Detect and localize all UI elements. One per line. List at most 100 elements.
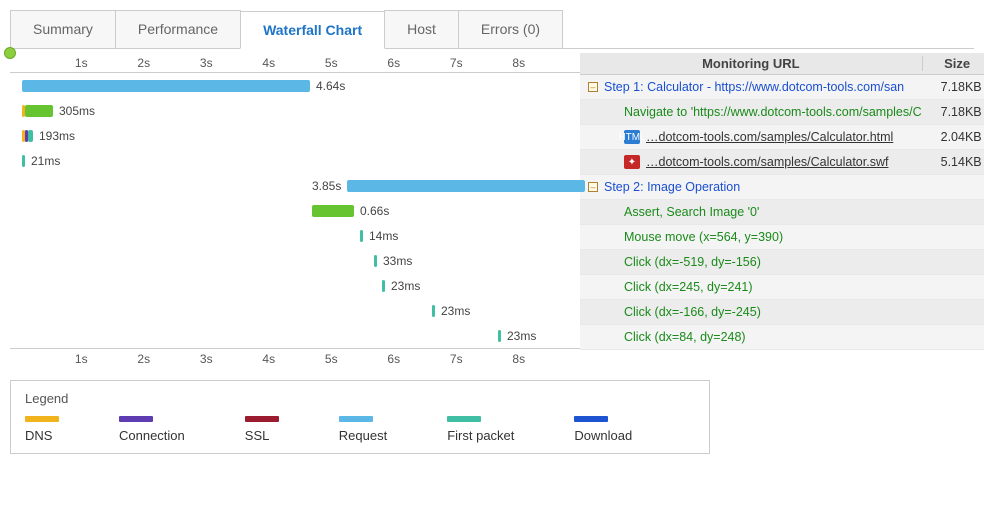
- waterfall-row: 4.64s: [10, 73, 580, 98]
- legend-label: First packet: [447, 428, 514, 443]
- axis-tick: 1s: [50, 352, 113, 366]
- waterfall-row: 21ms: [10, 148, 580, 173]
- table-header: Monitoring URL Size: [580, 53, 984, 75]
- legend-item-dl: Download: [574, 416, 632, 443]
- tab-summary[interactable]: Summary: [10, 10, 116, 48]
- legend-swatch: [119, 416, 153, 422]
- row-size: 5.14KB: [922, 155, 984, 169]
- row-text: Mouse move (x=564, y=390): [624, 230, 783, 244]
- axis-tick: 2s: [113, 352, 176, 366]
- legend-item-conn: Connection: [119, 416, 185, 443]
- axis-tick: 5s: [300, 56, 363, 70]
- legend-label: Connection: [119, 428, 185, 443]
- table-row[interactable]: Click (dx=84, dy=248): [580, 325, 984, 350]
- tabs: SummaryPerformanceWaterfall ChartHostErr…: [10, 10, 974, 49]
- bar-segment-fp: [382, 280, 385, 292]
- legend-item-req: Request: [339, 416, 387, 443]
- bar-label: 21ms: [31, 154, 60, 168]
- table-row[interactable]: Assert, Search Image '0': [580, 200, 984, 225]
- waterfall-row: 193ms: [10, 123, 580, 148]
- row-text: Assert, Search Image '0': [624, 205, 759, 219]
- tab-waterfall-chart[interactable]: Waterfall Chart: [240, 11, 385, 49]
- table-row[interactable]: HTML …dotcom-tools.com/samples/Calculator…: [580, 125, 984, 150]
- legend-label: DNS: [25, 428, 52, 443]
- axis-tick: 3s: [175, 56, 238, 70]
- waterfall-row: 3.85s: [10, 173, 580, 198]
- html-file-icon: HTML: [624, 130, 640, 144]
- row-text: Click (dx=84, dy=248): [624, 330, 746, 344]
- axis-tick: 7s: [425, 56, 488, 70]
- table-row[interactable]: Click (dx=-519, dy=-156): [580, 250, 984, 275]
- collapse-icon[interactable]: –: [588, 82, 598, 92]
- bar-segment-req: [22, 80, 310, 92]
- axis-tick: 8s: [488, 352, 551, 366]
- table-row[interactable]: –Step 1: Calculator - https://www.dotcom…: [580, 75, 984, 100]
- legend-item-fp: First packet: [447, 416, 514, 443]
- bar-label: 23ms: [391, 279, 420, 293]
- waterfall-row: 23ms: [10, 298, 580, 323]
- table-row[interactable]: ✦…dotcom-tools.com/samples/Calculator.sw…: [580, 150, 984, 175]
- legend-label: SSL: [245, 428, 270, 443]
- row-text: Click (dx=-166, dy=-245): [624, 305, 761, 319]
- row-text[interactable]: Step 2: Image Operation: [604, 180, 740, 194]
- row-text: Navigate to 'https://www.dotcom-tools.co…: [624, 105, 922, 119]
- axis-tick: 4s: [238, 56, 301, 70]
- legend-item-dns: DNS: [25, 416, 59, 443]
- bar-label: 193ms: [39, 129, 75, 143]
- axis-top: 1s2s3s4s5s6s7s8s: [10, 53, 580, 73]
- bar-label: 23ms: [507, 329, 536, 343]
- tab-errors-0-[interactable]: Errors (0): [458, 10, 563, 48]
- legend: Legend DNSConnectionSSLRequestFirst pack…: [10, 380, 710, 454]
- bar-segment-fp: [360, 230, 363, 242]
- bar-segment-fp: [28, 130, 33, 142]
- bar-segment-fp: [432, 305, 435, 317]
- legend-item-ssl: SSL: [245, 416, 279, 443]
- bar-label: 23ms: [441, 304, 470, 318]
- waterfall-row: 33ms: [10, 248, 580, 273]
- axis-tick: 1s: [50, 56, 113, 70]
- row-text[interactable]: Step 1: Calculator - https://www.dotcom-…: [604, 80, 904, 94]
- axis-tick: 5s: [300, 352, 363, 366]
- row-text[interactable]: …dotcom-tools.com/samples/Calculator.htm…: [646, 130, 893, 144]
- bar-segment-green: [25, 105, 53, 117]
- table-row[interactable]: Mouse move (x=564, y=390): [580, 225, 984, 250]
- waterfall-row: 305ms: [10, 98, 580, 123]
- table-row[interactable]: Click (dx=245, dy=241): [580, 275, 984, 300]
- bar-label: 4.64s: [316, 79, 345, 93]
- axis-tick: 6s: [363, 352, 426, 366]
- bar-segment-fp: [22, 155, 25, 167]
- row-text: Click (dx=-519, dy=-156): [624, 255, 761, 269]
- table-row[interactable]: Navigate to 'https://www.dotcom-tools.co…: [580, 100, 984, 125]
- start-marker: [4, 47, 16, 59]
- bar-segment-fp: [374, 255, 377, 267]
- waterfall-row: 23ms: [10, 323, 580, 348]
- legend-label: Download: [574, 428, 632, 443]
- bar-label: 305ms: [59, 104, 95, 118]
- legend-swatch: [25, 416, 59, 422]
- waterfall-chart: 1s2s3s4s5s6s7s8s 4.64s305ms193ms21ms3.85…: [10, 53, 580, 368]
- row-text[interactable]: …dotcom-tools.com/samples/Calculator.swf: [646, 155, 888, 169]
- bar-segment-green: [312, 205, 354, 217]
- bar-label: 33ms: [383, 254, 412, 268]
- collapse-icon[interactable]: –: [588, 182, 598, 192]
- waterfall-row: 14ms: [10, 223, 580, 248]
- tab-host[interactable]: Host: [384, 10, 459, 48]
- bar-label: 0.66s: [360, 204, 389, 218]
- bar-segment-fp: [498, 330, 501, 342]
- table-row[interactable]: –Step 2: Image Operation: [580, 175, 984, 200]
- legend-swatch: [245, 416, 279, 422]
- waterfall-row: 23ms: [10, 273, 580, 298]
- col-size: Size: [922, 56, 984, 71]
- col-url: Monitoring URL: [580, 56, 922, 71]
- tab-performance[interactable]: Performance: [115, 10, 241, 48]
- axis-tick: 8s: [488, 56, 551, 70]
- axis-bottom: 1s2s3s4s5s6s7s8s: [10, 348, 580, 368]
- url-table: Monitoring URL Size –Step 1: Calculator …: [580, 53, 984, 368]
- table-row[interactable]: Click (dx=-166, dy=-245): [580, 300, 984, 325]
- legend-label: Request: [339, 428, 387, 443]
- legend-swatch: [447, 416, 481, 422]
- axis-tick: 3s: [175, 352, 238, 366]
- row-text: Click (dx=245, dy=241): [624, 280, 753, 294]
- axis-tick: 7s: [425, 352, 488, 366]
- bar-label: 14ms: [369, 229, 398, 243]
